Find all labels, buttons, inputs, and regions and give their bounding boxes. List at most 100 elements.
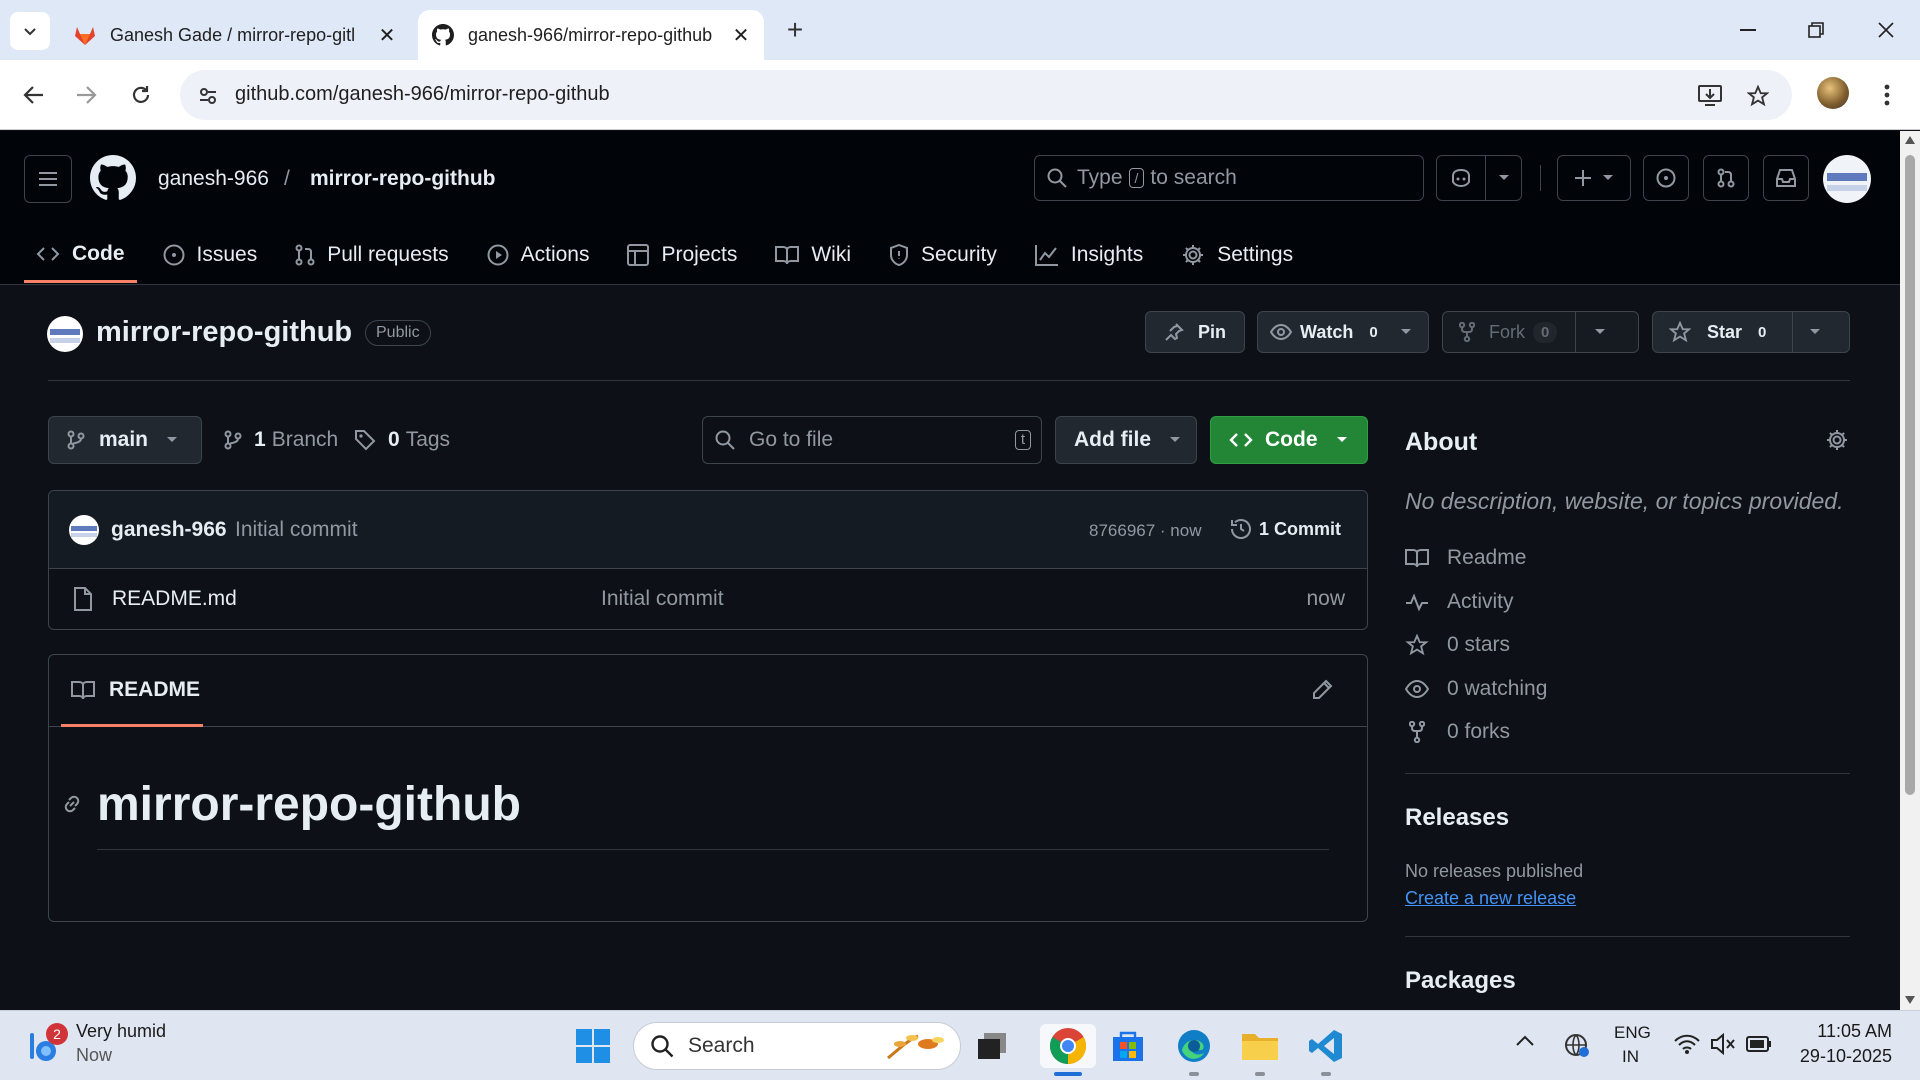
tab-code[interactable]: Code [24,227,137,283]
clock-time[interactable]: 11:05 AM [1796,1021,1892,1042]
create-release-link[interactable]: Create a new release [1405,888,1576,909]
pull-requests-button[interactable] [1703,155,1749,201]
tags-link[interactable]: 0 Tags [354,428,450,452]
table-row[interactable]: README.md Initial commit now [49,569,1367,629]
restore-icon[interactable] [1786,10,1846,50]
tab-projects[interactable]: Projects [615,227,749,283]
search-suffix: to search [1150,166,1237,189]
forks-link[interactable]: 0 forks [1405,720,1510,744]
reload-button[interactable] [121,75,161,115]
close-tab-icon[interactable]: ✕ [372,20,402,50]
chevron-up-icon[interactable] [1516,1035,1534,1047]
github-logo-icon[interactable] [90,155,136,201]
browser-menu-icon[interactable] [1872,75,1902,115]
task-view-button[interactable] [970,1024,1014,1068]
tab-issues[interactable]: Issues [151,227,270,283]
commit-message[interactable]: Initial commit [235,518,358,542]
create-new-button[interactable] [1557,155,1631,201]
profile-avatar[interactable] [1817,77,1849,109]
divider [1484,155,1486,201]
watchers-link[interactable]: 0 watching [1405,677,1547,701]
edit-pencil-icon[interactable] [1311,679,1333,701]
tab-security[interactable]: Security [877,227,1009,283]
commit-author-avatar[interactable] [69,515,99,545]
issues-button[interactable] [1643,155,1689,201]
address-bar[interactable]: github.com/ganesh-966/mirror-repo-github [180,70,1792,120]
activity-link[interactable]: Activity [1405,590,1514,614]
taskbar-file-explorer[interactable] [1238,1024,1282,1076]
taskbar-vscode[interactable] [1304,1024,1348,1076]
branch-select-button[interactable]: main [48,416,202,464]
taskbar-store[interactable] [1106,1024,1150,1068]
add-file-button[interactable]: Add file [1055,416,1197,464]
inbox-button[interactable] [1763,155,1809,201]
browser-tab-gitlab[interactable]: Ganesh Gade / mirror-repo-gitl ✕ [60,10,410,60]
new-tab-button[interactable]: + [780,14,810,46]
fork-button[interactable]: Fork 0 [1442,311,1639,353]
tab-insights[interactable]: Insights [1023,227,1155,283]
network-status-icon[interactable] [1562,1031,1590,1059]
issue-icon [163,244,197,266]
taskbar-edge[interactable] [1172,1024,1216,1076]
weather-title[interactable]: Very humid [76,1021,166,1042]
commit-sha[interactable]: 8766967 · now [1089,521,1201,541]
go-to-file-input[interactable]: Go to file t [702,416,1042,464]
scrollbar-thumb[interactable] [1905,155,1915,795]
file-name[interactable]: README.md [112,587,237,611]
battery-icon[interactable] [1746,1036,1772,1052]
tab-actions[interactable]: Actions [475,227,602,283]
copilot-button[interactable] [1436,155,1522,201]
taskbar-search-box[interactable]: Search [633,1022,961,1070]
scroll-up-icon[interactable] [1904,135,1916,145]
gitlab-icon [72,22,98,48]
releases-title[interactable]: Releases [1405,804,1509,832]
start-button[interactable] [571,1024,615,1068]
readme-link[interactable]: Readme [1405,546,1526,570]
back-button[interactable] [14,75,54,115]
tab-pull-requests[interactable]: Pull requests [283,227,460,283]
readme-tab[interactable]: README [61,655,203,727]
forward-button[interactable] [66,75,106,115]
commits-link[interactable]: 1 Commit [1229,517,1341,541]
breadcrumb-repo[interactable]: mirror-repo-github [310,167,495,191]
language-top[interactable]: ENG [1614,1023,1651,1043]
search-input[interactable]: Type / to search [1034,155,1424,201]
watch-button[interactable]: Watch 0 [1257,311,1429,353]
star-button[interactable]: Star 0 [1652,311,1850,353]
packages-title[interactable]: Packages [1405,967,1516,995]
gear-icon[interactable] [1825,428,1849,452]
breadcrumb-owner[interactable]: ganesh-966 [158,167,269,191]
commit-author[interactable]: ganesh-966 [111,518,227,542]
anchor-link-icon[interactable] [61,793,83,815]
taskbar-chrome[interactable] [1040,1024,1096,1076]
close-window-icon[interactable] [1856,10,1916,50]
weather-subtitle: Now [76,1045,113,1065]
repo-title[interactable]: mirror-repo-github [96,316,352,349]
weather-widget[interactable]: 2 [24,1023,68,1067]
volume-muted-icon[interactable] [1710,1033,1736,1055]
page-scrollbar[interactable] [1900,131,1920,1010]
user-avatar[interactable] [1823,155,1871,203]
hamburger-menu-button[interactable] [24,155,72,203]
pin-button[interactable]: Pin [1145,311,1245,353]
wifi-icon[interactable] [1674,1033,1700,1055]
code-button[interactable]: Code [1210,416,1368,464]
site-settings-icon[interactable] [194,82,222,110]
minimize-icon[interactable] [1718,10,1778,50]
stars-link[interactable]: 0 stars [1405,633,1510,657]
clock-date[interactable]: 29-10-2025 [1796,1046,1892,1067]
close-tab-icon[interactable]: ✕ [726,20,756,50]
branches-link[interactable]: 1 Branch [224,428,338,452]
browser-tab-github[interactable]: ganesh-966/mirror-repo-github ✕ [418,10,764,60]
bookmark-star-icon[interactable] [1744,82,1772,110]
tab-wiki[interactable]: Wiki [763,227,863,283]
tab-settings[interactable]: Settings [1169,227,1305,283]
scroll-down-icon[interactable] [1904,995,1916,1005]
no-releases-text: No releases published [1405,861,1584,881]
language-bottom[interactable]: IN [1622,1047,1639,1067]
readme-link-label: Readme [1447,546,1527,569]
tab-search-button[interactable] [10,12,50,50]
repo-owner-avatar[interactable] [47,316,83,352]
file-commit-message[interactable]: Initial commit [601,587,724,611]
install-app-icon[interactable] [1696,82,1724,110]
